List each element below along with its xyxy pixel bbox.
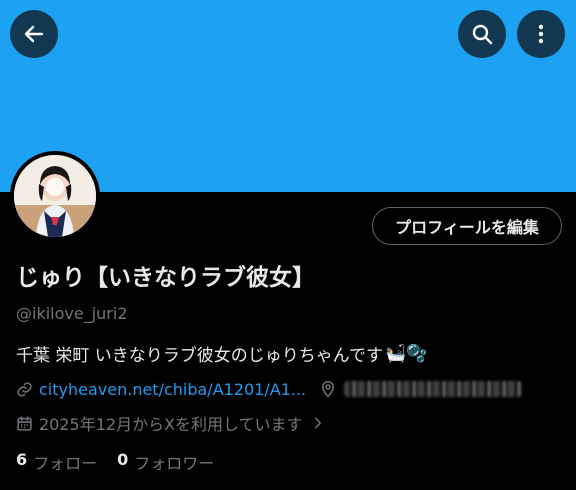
username-handle: @ikilove_juri2 <box>16 304 128 323</box>
joined-date-row[interactable]: 2025年12月からXを利用しています <box>16 411 325 435</box>
bio-text: 千葉 栄町 いきなりラブ彼女のじゅりちゃんです <box>16 346 383 366</box>
following-count: 6 <box>16 450 28 469</box>
more-options-button[interactable] <box>517 10 565 58</box>
follow-stats: 6 フォロー 0 フォロワー <box>16 450 214 474</box>
chevron-right-icon <box>314 417 321 429</box>
followers-label: フォロワー <box>134 454 215 473</box>
back-button[interactable] <box>10 10 58 58</box>
search-icon <box>472 24 493 45</box>
joined-date-text: 2025年12月からXを利用しています <box>39 415 303 434</box>
bio-emoji: 🛀🫧 <box>384 343 428 364</box>
profile-bio: 千葉 栄町 いきなりラブ彼女のじゅりちゃんです 🛀🫧 <box>16 341 428 367</box>
following-label: フォロー <box>33 454 98 473</box>
calendar-icon <box>17 415 32 431</box>
location-pin-icon <box>322 380 335 398</box>
search-button[interactable] <box>458 10 506 58</box>
edit-profile-button[interactable]: プロフィールを編集 <box>372 207 562 245</box>
followers-count: 0 <box>117 450 129 469</box>
location-text-blurred <box>344 381 523 397</box>
display-name: じゅり【いきなりラブ彼女】 <box>16 265 315 291</box>
avatar[interactable] <box>10 151 100 241</box>
profile-meta-row: cityheaven.net/chiba/A1201/A1... <box>16 377 523 401</box>
more-vertical-icon <box>538 24 544 44</box>
following-link[interactable]: 6 フォロー <box>16 450 97 474</box>
profile-website-link[interactable]: cityheaven.net/chiba/A1201/A1... <box>39 380 306 399</box>
avatar-image <box>14 155 96 237</box>
arrow-left-icon <box>24 25 44 43</box>
link-icon <box>17 381 32 397</box>
followers-link[interactable]: 0 フォロワー <box>117 450 214 474</box>
